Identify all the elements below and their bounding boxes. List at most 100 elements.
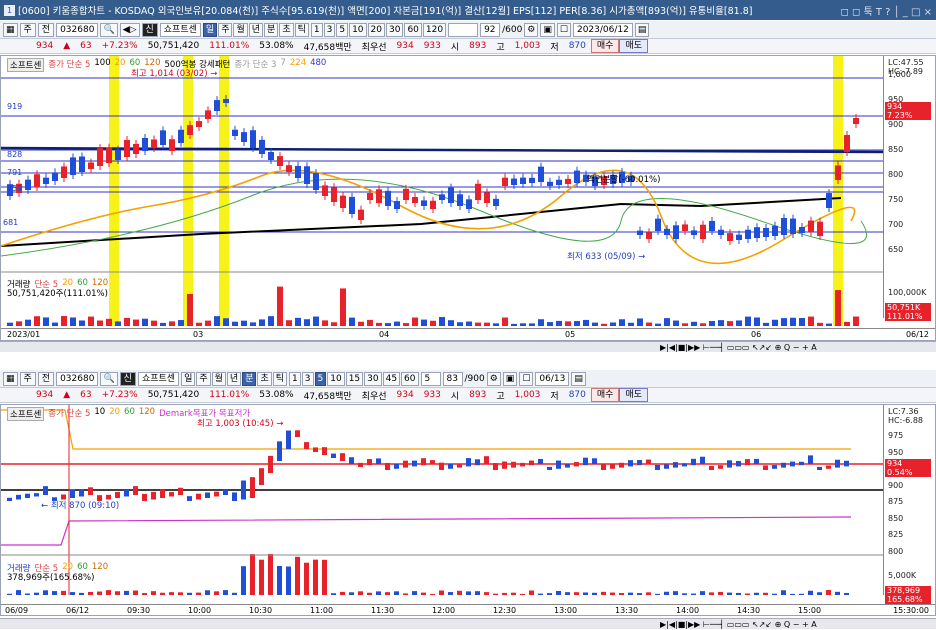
- interval-button-2-6[interactable]: 45: [382, 371, 401, 386]
- top-scrollbar[interactable]: ▶|◀|■|▶▶ ⊢──┤ ▭▭▭ ↖↗↙ ⊕ Q − + A: [0, 341, 936, 352]
- period-tab-2-3[interactable]: 년: [226, 371, 242, 386]
- volume-bar: [223, 318, 229, 326]
- scroll-controls[interactable]: ▶|◀|■|▶▶ ⊢──┤ ▭▭▭ ↖↗↙ ⊕ Q − + A: [660, 342, 817, 353]
- volume-bar: [466, 321, 472, 326]
- interval-button-2-1[interactable]: 3: [301, 371, 314, 386]
- count-input-2[interactable]: 83: [442, 371, 463, 386]
- period-tab-4[interactable]: 분: [264, 22, 279, 37]
- bottom-scrollbar[interactable]: ▶|◀|■|▶▶ ⊢──┤ ▭▭▭ ↖↗↙ ⊕ Q − + A: [0, 618, 936, 629]
- daily-chart-panel[interactable]: 소프트센 종가 단순 5 100 20 60 120 500억봉 강세패턴 종가…: [0, 55, 936, 341]
- calendar-icon-2[interactable]: ▤: [571, 371, 586, 386]
- period-tab-2[interactable]: 월: [233, 22, 248, 37]
- minute-volume-bar: [439, 590, 444, 595]
- candle-body: [835, 165, 841, 180]
- date-input-2[interactable]: 06/13: [535, 371, 570, 386]
- sell-button[interactable]: 매도: [619, 39, 648, 53]
- period-tab-5[interactable]: 초: [279, 22, 294, 37]
- highlight-band: [109, 56, 119, 326]
- minute-candle: [781, 462, 786, 468]
- minute-candle: [493, 463, 498, 470]
- save-icon[interactable]: ▣: [540, 22, 555, 37]
- minute-candle: [763, 465, 768, 470]
- interval-button-3[interactable]: 10: [349, 22, 367, 37]
- period-tab-2-0[interactable]: 일: [181, 371, 196, 386]
- date-input[interactable]: 2023/06/12: [572, 22, 633, 37]
- period-tab-1[interactable]: 주: [218, 22, 233, 37]
- minute-candle: [484, 456, 489, 464]
- prev-select-2[interactable]: 전: [37, 371, 55, 386]
- minute-candle: [610, 463, 615, 469]
- interval-button-7[interactable]: 120: [422, 22, 447, 37]
- period-tab-2-6[interactable]: 틱: [272, 371, 288, 386]
- candle-body: [358, 209, 364, 220]
- candle-body: [574, 170, 580, 183]
- period-tab-3[interactable]: 년: [248, 22, 264, 37]
- interval-button-6[interactable]: 60: [404, 22, 422, 37]
- buy-button-2[interactable]: 매수: [590, 388, 620, 402]
- period-tab-2-2[interactable]: 월: [211, 371, 226, 386]
- interval-button-2-5[interactable]: 30: [364, 371, 382, 386]
- interval-button-2-2[interactable]: 5: [314, 371, 327, 386]
- interval-button-2-7[interactable]: 60: [401, 371, 419, 386]
- mode-select[interactable]: 주: [19, 22, 36, 37]
- search-icon[interactable]: 🔍: [100, 22, 118, 37]
- save-icon-2[interactable]: ▣: [502, 371, 518, 386]
- interval-button-2-4[interactable]: 15: [345, 371, 364, 386]
- time-tick-9: 13:00: [554, 606, 578, 615]
- interval-button-1[interactable]: 3: [323, 22, 336, 37]
- period-tab-2-5[interactable]: 초: [257, 371, 272, 386]
- period-tab-2-1[interactable]: 주: [196, 371, 211, 386]
- minute-chart-panel[interactable]: 소프트센 종가 단순 5 10 20 60 120 Demark목표가 목표저가…: [0, 404, 936, 616]
- candle-body: [772, 225, 778, 236]
- mode-select-2[interactable]: 주: [19, 371, 36, 386]
- high-label: 고: [496, 42, 505, 53]
- volume-ratio-2: 111.01%: [209, 390, 250, 400]
- chart-settings-icon-2[interactable]: ⚙: [486, 371, 501, 386]
- interval-button-0[interactable]: 1: [310, 22, 323, 37]
- period-tab-6[interactable]: 틱: [294, 22, 309, 37]
- stock-code-input-2[interactable]: 032680: [56, 371, 99, 386]
- candle-body: [655, 218, 661, 231]
- minute-volume-bar: [529, 590, 534, 595]
- candle-body: [142, 137, 148, 151]
- volume-bar: [304, 319, 310, 326]
- period-tab-0[interactable]: 일: [202, 22, 218, 37]
- search-icon-2[interactable]: 🔍: [100, 371, 118, 386]
- prev-select[interactable]: 전: [37, 22, 55, 37]
- candle-body: [466, 199, 472, 209]
- checkbox-2[interactable]: ☐: [519, 371, 534, 386]
- interval-button-2-0[interactable]: 1: [289, 371, 301, 386]
- interval-button-4[interactable]: 20: [367, 22, 385, 37]
- interval-button-5[interactable]: 30: [385, 22, 404, 37]
- minute-candle: [700, 456, 705, 464]
- window-controls[interactable]: ◻ ◻ 툭 T ? │ _ □ ×: [841, 3, 933, 18]
- minute-candle: [718, 465, 723, 469]
- minute-volume-bar: [511, 592, 516, 595]
- minute-volume-bar: [655, 593, 660, 595]
- checkbox[interactable]: ☐: [556, 22, 571, 37]
- minute-price-chart[interactable]: [1, 405, 936, 616]
- chart-settings-icon[interactable]: ⚙: [524, 22, 539, 37]
- grid-icon[interactable]: ▦: [3, 22, 18, 37]
- sell-button-2[interactable]: 매도: [619, 388, 648, 402]
- interval-button-2-3[interactable]: 10: [327, 371, 345, 386]
- calendar-icon[interactable]: ▤: [634, 22, 650, 37]
- sound-icon[interactable]: ◀▷: [119, 22, 140, 37]
- candle-body: [682, 224, 688, 231]
- window-title: [0600] 키움종합차트 - KOSDAQ 외국인보유[20.084(천)] …: [18, 6, 753, 17]
- minute-volume-bar: [565, 592, 570, 595]
- minute-candle: [727, 460, 732, 468]
- grid-icon-2[interactable]: ▦: [3, 371, 18, 386]
- interval-input-2[interactable]: 5: [420, 371, 441, 386]
- period-tab-2-4[interactable]: 분: [242, 371, 257, 386]
- interval-button-2[interactable]: 5: [336, 22, 349, 37]
- buy-button[interactable]: 매수: [590, 39, 620, 53]
- minute-volume-bar: [583, 592, 588, 595]
- stock-code-input[interactable]: 032680: [56, 22, 99, 37]
- volume-bar: [133, 319, 139, 326]
- count-input[interactable]: 92: [480, 22, 501, 37]
- daily-price-chart[interactable]: [1, 56, 936, 341]
- scroll-controls-2[interactable]: ▶|◀|■|▶▶ ⊢──┤ ▭▭▭ ↖↗↙ ⊕ Q − + A: [660, 619, 817, 630]
- minute-volume-bar: [115, 591, 120, 595]
- interval-input[interactable]: [448, 22, 479, 37]
